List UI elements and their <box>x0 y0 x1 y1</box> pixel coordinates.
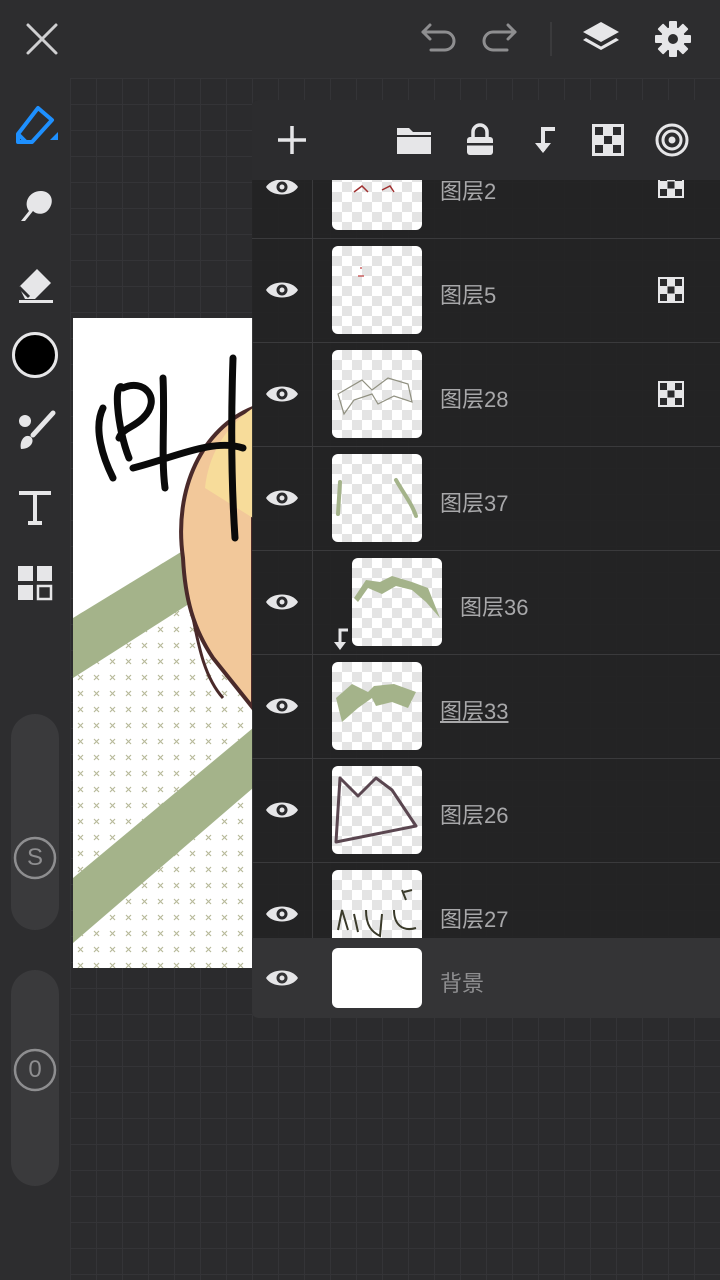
toolbar-divider <box>550 22 552 56</box>
layer-thumbnail <box>332 766 422 854</box>
clip-down-icon[interactable] <box>520 116 568 164</box>
layer-thumbnail <box>332 454 422 542</box>
background-thumbnail <box>332 948 422 1008</box>
layer-name-selected: 图层33 <box>440 699 509 724</box>
blend-icon[interactable] <box>648 116 696 164</box>
brush-icon[interactable] <box>8 404 62 458</box>
smudge-icon[interactable] <box>8 178 62 232</box>
alpha-lock-icon[interactable] <box>584 116 632 164</box>
lock-icon[interactable] <box>456 116 504 164</box>
layer-thumbnail <box>332 662 422 750</box>
eye-icon[interactable] <box>260 275 304 305</box>
close-icon[interactable] <box>17 14 67 64</box>
eye-icon[interactable] <box>260 587 304 617</box>
clip-arrow-icon <box>330 626 352 657</box>
top-toolbar <box>0 0 720 78</box>
artboard[interactable] <box>73 318 253 968</box>
eye-icon[interactable] <box>260 691 304 721</box>
alpha-lock-icon <box>658 381 684 407</box>
layer-thumbnail <box>332 350 422 438</box>
row-divider <box>312 654 313 758</box>
gear-icon[interactable] <box>648 14 698 64</box>
text-icon[interactable] <box>8 480 62 534</box>
row-divider <box>312 446 313 550</box>
layers-panel: 图层2 图层5 图层28 图层37 图层36 图层33 图层26 图层27 背景 <box>252 100 720 1018</box>
layers-toolbar <box>252 100 720 180</box>
layer-name: 图层36 <box>460 595 529 620</box>
row-divider <box>312 550 313 654</box>
opacity-knob[interactable]: 0 <box>13 1048 57 1092</box>
layer-name: 图层26 <box>440 803 509 828</box>
tool-sidebar: S 0 <box>0 78 70 1280</box>
layer-row[interactable]: 图层26 <box>252 758 720 863</box>
layer-row[interactable]: 图层33 <box>252 654 720 759</box>
background-layer-row[interactable]: 背景 <box>252 938 720 1018</box>
size-knob[interactable]: S <box>13 836 57 880</box>
layer-row[interactable]: 图层5 <box>252 238 720 343</box>
layer-row[interactable]: 图层36 <box>252 550 720 655</box>
opacity-label: 0 <box>28 1056 42 1083</box>
layer-thumbnail <box>332 246 422 334</box>
folder-icon[interactable] <box>390 116 438 164</box>
grid-icon[interactable] <box>8 556 62 610</box>
eye-icon[interactable] <box>260 180 304 202</box>
layer-name: 图层2 <box>440 180 497 204</box>
color-swatch[interactable] <box>8 328 62 382</box>
redo-icon[interactable] <box>476 14 526 64</box>
layer-thumbnail <box>352 558 442 646</box>
layer-name: 图层5 <box>440 283 497 308</box>
row-divider <box>312 342 313 446</box>
layer-row[interactable]: 图层37 <box>252 446 720 551</box>
add-layer-icon[interactable] <box>268 116 316 164</box>
pen-icon[interactable] <box>8 98 62 152</box>
row-divider <box>312 862 313 938</box>
undo-icon[interactable] <box>412 14 462 64</box>
eye-icon[interactable] <box>260 379 304 409</box>
background-layer-name: 背景 <box>440 971 485 996</box>
alpha-lock-icon <box>658 277 684 303</box>
layer-name: 图层28 <box>440 387 509 412</box>
size-label: S <box>26 844 43 871</box>
layer-row[interactable]: 图层28 <box>252 342 720 447</box>
layer-list[interactable]: 图层2 图层5 图层28 图层37 图层36 图层33 图层26 图层27 <box>252 180 720 938</box>
eye-icon[interactable] <box>260 795 304 825</box>
layer-thumbnail <box>332 180 422 230</box>
row-divider <box>312 758 313 862</box>
opacity-slider[interactable]: 0 <box>11 970 59 1186</box>
eye-icon[interactable] <box>260 899 304 929</box>
layer-thumbnail <box>332 870 422 938</box>
row-divider <box>312 238 313 342</box>
layer-row[interactable]: 图层2 <box>252 180 720 239</box>
eye-icon[interactable] <box>260 963 304 993</box>
layer-name: 图层27 <box>440 907 509 932</box>
row-divider <box>312 180 313 238</box>
layers-icon[interactable] <box>576 14 626 64</box>
eraser-icon[interactable] <box>8 256 62 310</box>
brush-size-slider[interactable]: S <box>11 714 59 930</box>
layer-name: 图层37 <box>440 491 509 516</box>
layer-row[interactable]: 图层27 <box>252 862 720 938</box>
alpha-lock-icon <box>658 180 684 198</box>
eye-icon[interactable] <box>260 483 304 513</box>
